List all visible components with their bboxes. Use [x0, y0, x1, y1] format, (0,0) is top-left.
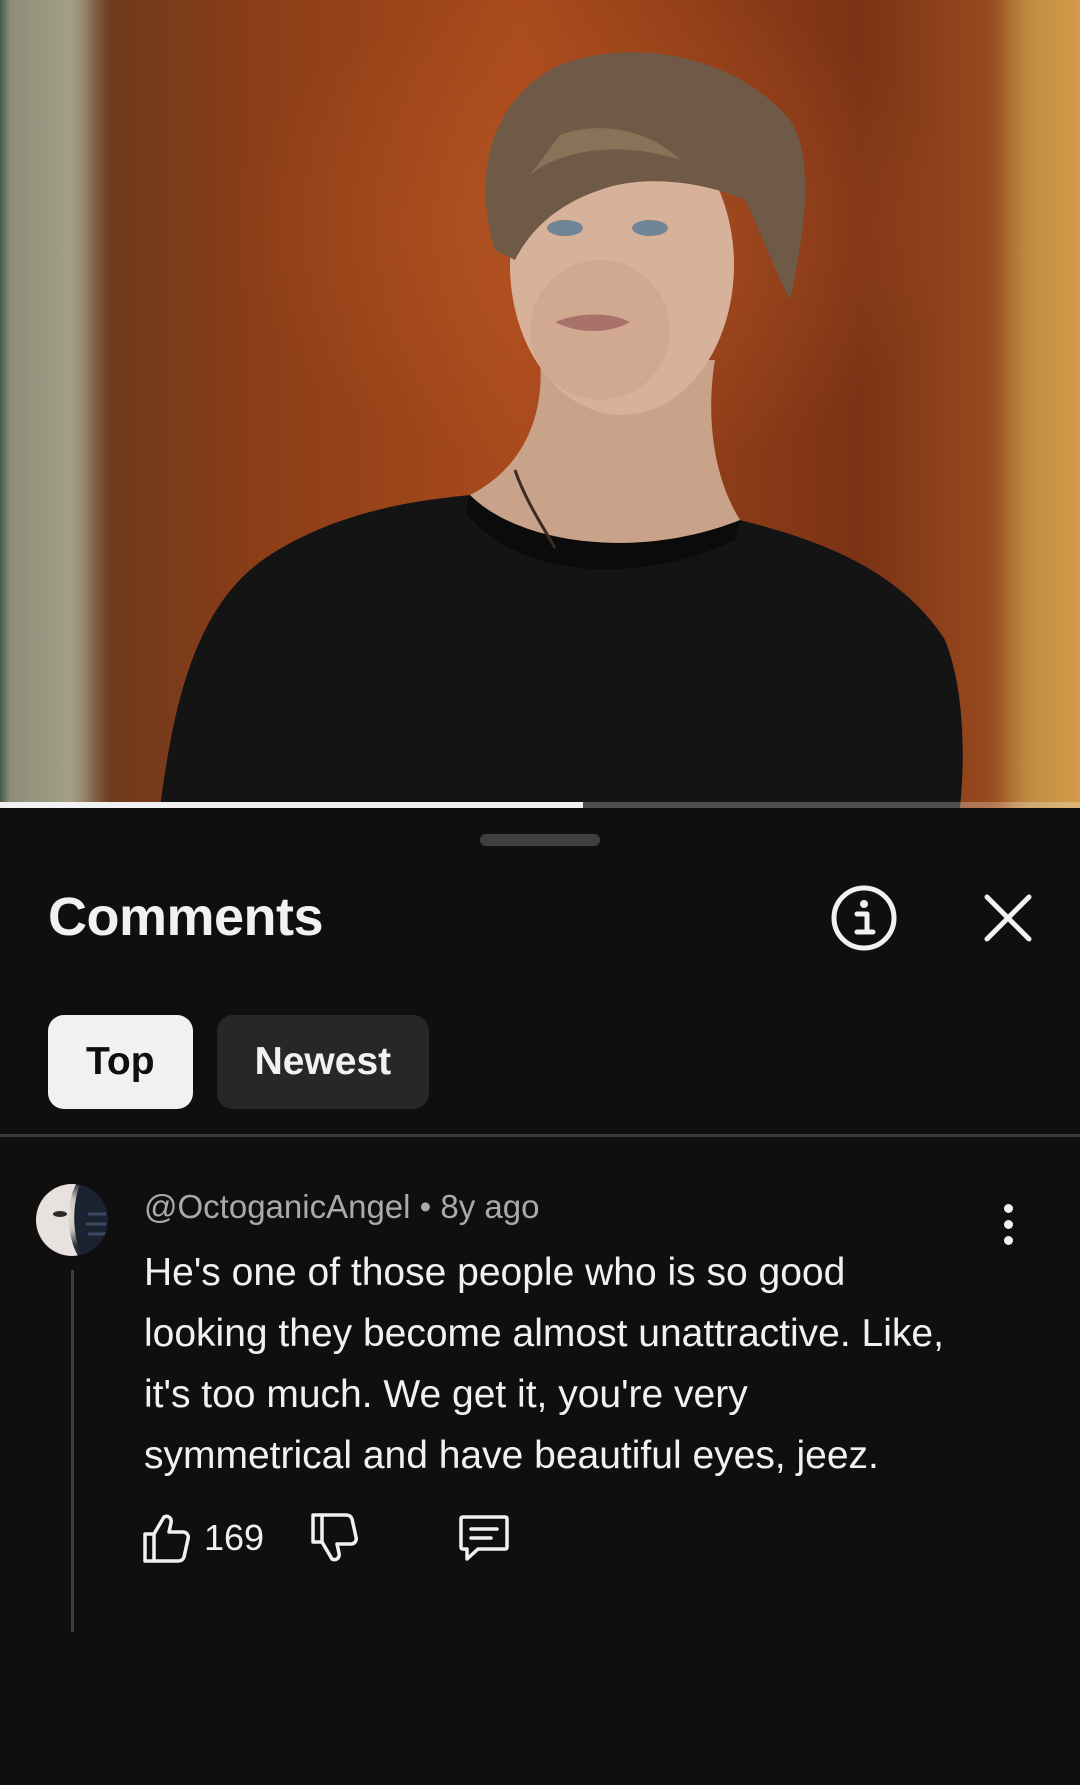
like-count: 169 — [204, 1517, 265, 1558]
more-vert-icon — [1003, 1203, 1013, 1213]
thread-line — [71, 1270, 74, 1632]
more-vert-icon-dot — [1003, 1235, 1013, 1245]
comments-title: Comments — [48, 887, 324, 947]
chip-newest[interactable]: Newest — [216, 1015, 430, 1109]
comment-actions: 169 — [142, 1508, 642, 1568]
avatar-image — [36, 1184, 108, 1256]
reply-button[interactable] — [458, 1508, 510, 1568]
comment-item: @OctoganicAngel • 8y ago He's one of tho… — [0, 1136, 1080, 1636]
dislike-button[interactable] — [310, 1508, 358, 1568]
info-button[interactable] — [824, 878, 904, 958]
chip-top[interactable]: Top — [48, 1015, 193, 1109]
reply-icon — [459, 1515, 509, 1561]
comment-meta: @OctoganicAngel • 8y ago — [144, 1188, 539, 1226]
video-progress-bar[interactable] — [0, 802, 1080, 808]
thumbs-down-icon — [311, 1513, 358, 1562]
comment-more-button[interactable] — [988, 1194, 1028, 1254]
video-frame-person — [160, 52, 963, 808]
like-button[interactable]: 169 — [142, 1508, 264, 1568]
close-button[interactable] — [968, 878, 1048, 958]
sort-chips: Top Newest — [48, 1015, 430, 1109]
meta-separator: • — [419, 1188, 432, 1225]
video-progress-fill — [0, 802, 584, 808]
comment-text: He's one of those people who is so good … — [144, 1251, 944, 1477]
comments-sheet: Comments Top Newest @OctoganicAngel • 8y… — [0, 810, 1080, 1785]
more-vert-icon-dot — [1003, 1219, 1013, 1229]
info-icon — [831, 885, 897, 951]
avatar[interactable] — [36, 1184, 108, 1256]
comment-age: 8y ago — [440, 1188, 540, 1225]
comment-author[interactable]: @OctoganicAngel — [144, 1188, 410, 1225]
drag-handle[interactable] — [480, 834, 600, 846]
close-icon — [984, 894, 1032, 942]
video-player[interactable] — [0, 0, 1080, 808]
thumbs-up-icon — [143, 1514, 190, 1563]
